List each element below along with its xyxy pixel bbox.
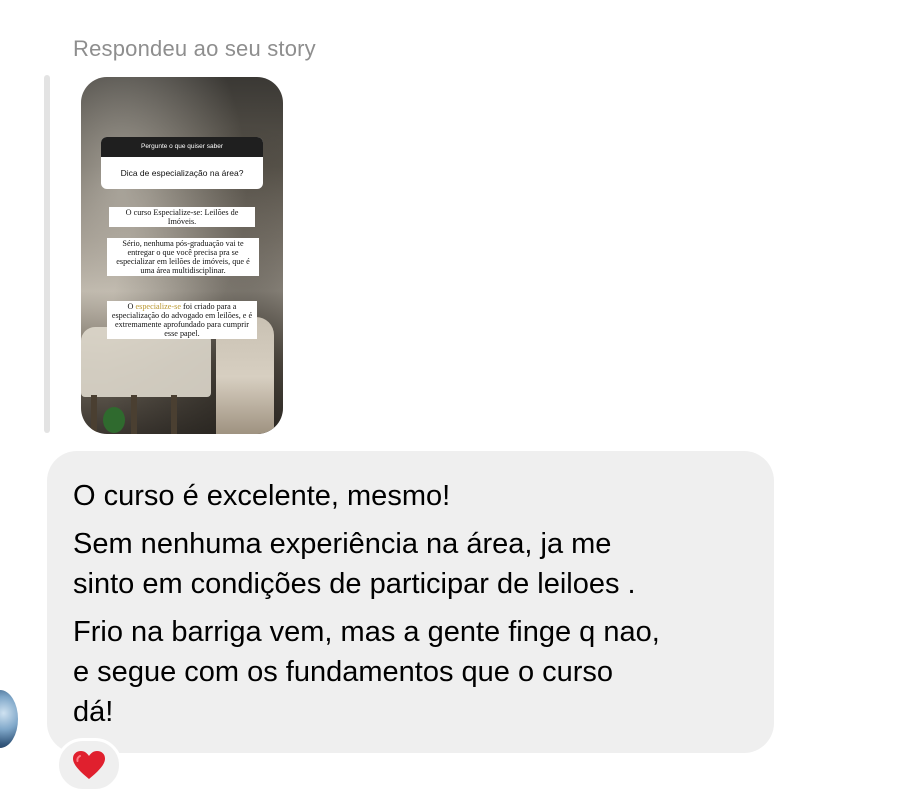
message-line-2: Sem nenhuma experiência na área, ja me <box>73 528 612 560</box>
story-reply-label: Respondeu ao seu story <box>73 36 316 61</box>
red-heart-icon <box>72 750 106 780</box>
message-line-1: O curso é excelente, mesmo! <box>73 480 451 512</box>
dm-conversation: Respondeu ao seu story Pergunte o que qu… <box>0 0 900 809</box>
message-line-5: e segue com os fundamentos que o curso <box>73 656 614 688</box>
message-line-6: dá! <box>73 696 114 728</box>
story-thumbnail[interactable]: Pergunte o que quiser saber Dica de espe… <box>81 77 283 434</box>
story-caption-3: O especialize-se foi criado para a espec… <box>107 301 257 339</box>
caption-3-accent: especialize-se <box>135 302 181 311</box>
story-plant <box>103 407 125 433</box>
story-caption-2: Sério, nenhuma pós-graduação vai te entr… <box>107 238 259 276</box>
message-line-4: Frio na barriga vem, mas a gente finge q… <box>73 616 660 648</box>
reaction-badge[interactable] <box>56 738 122 792</box>
sender-avatar[interactable] <box>0 690 18 748</box>
reply-quote-bar <box>44 75 50 433</box>
story-caption-1: O curso Especialize-se: Leilões de Imóve… <box>109 207 255 227</box>
message-line-3: sinto em condições de participar de leil… <box>73 568 636 600</box>
question-sticker-text: Dica de especialização na área? <box>120 168 244 178</box>
story-question-sticker: Pergunte o que quiser saber Dica de espe… <box>101 137 263 189</box>
question-sticker-header: Pergunte o que quiser saber <box>101 137 263 157</box>
caption-3-start: O <box>127 302 136 311</box>
